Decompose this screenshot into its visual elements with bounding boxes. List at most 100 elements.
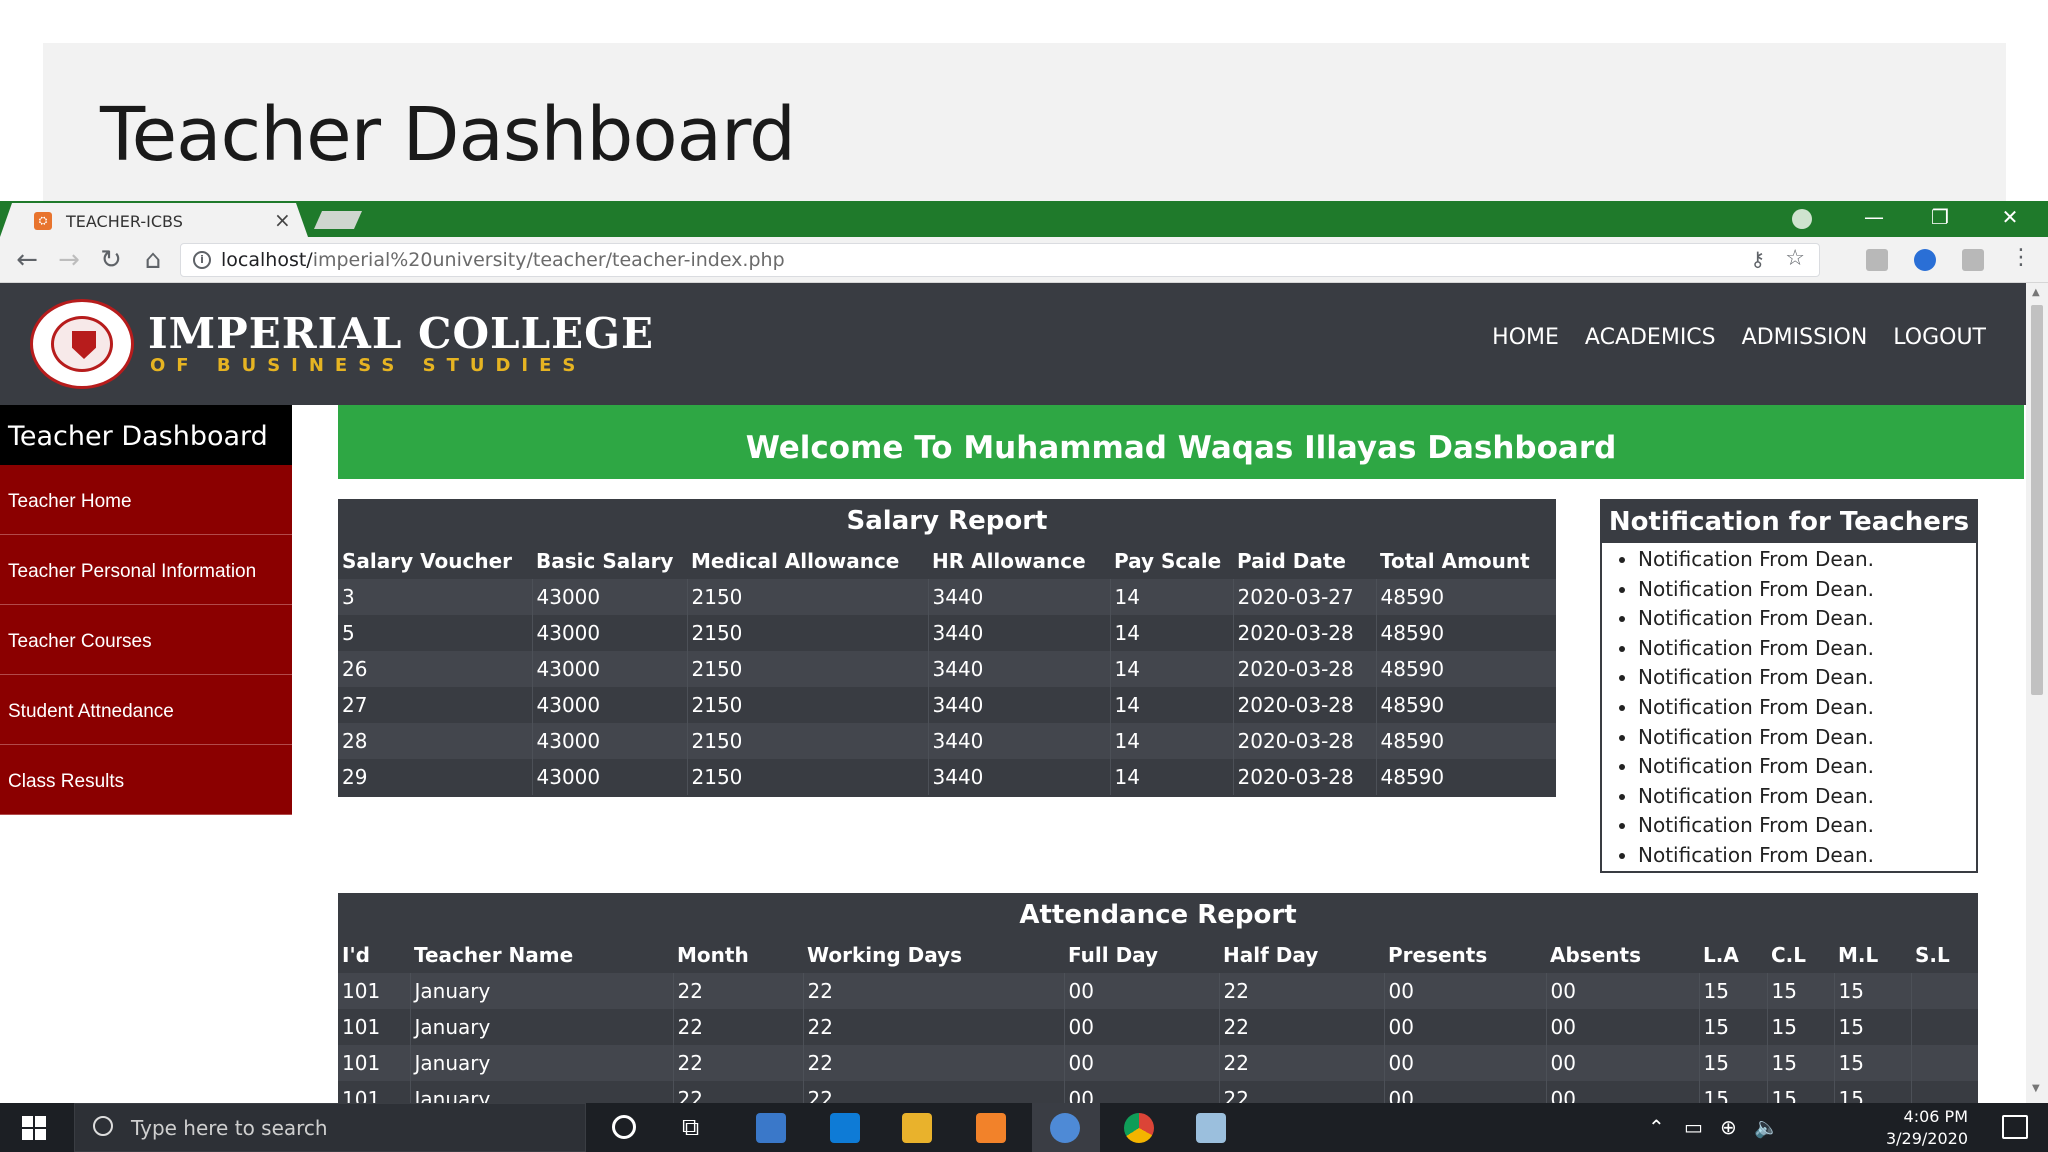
attendance-row: 101 January 22 22 00 22 00 00 15 15 15 bbox=[338, 973, 1978, 1009]
browser-tab[interactable]: ⛭ TEACHER-ICBS × bbox=[0, 203, 308, 237]
salary-cell: 26 bbox=[338, 651, 533, 687]
clock-time[interactable]: 4:06 PM bbox=[1904, 1107, 1968, 1126]
search-placeholder: Type here to search bbox=[131, 1116, 328, 1140]
extension-search-icon[interactable] bbox=[1914, 249, 1936, 271]
attendance-cell: January bbox=[410, 973, 674, 1009]
notification-item[interactable]: Notification From Dean. bbox=[1638, 545, 1976, 575]
salary-row: 29 43000 2150 3440 14 2020-03-28 48590 bbox=[338, 759, 1556, 795]
key-icon[interactable]: ⚷ bbox=[1750, 247, 1765, 271]
notification-item[interactable]: Notification From Dean. bbox=[1638, 811, 1976, 841]
sidebar-item-student-attendance[interactable]: Student Attnedance bbox=[0, 675, 292, 745]
close-window-button[interactable]: ✕ bbox=[1990, 205, 2030, 229]
attendance-cell: 15 bbox=[1767, 1045, 1835, 1081]
clock-date[interactable]: 3/29/2020 bbox=[1886, 1129, 1968, 1148]
address-bar[interactable]: i localhost/imperial%20university/teache… bbox=[180, 243, 1820, 277]
nav-logout[interactable]: LOGOUT bbox=[1893, 325, 1986, 350]
back-arrow-icon[interactable]: ← bbox=[12, 245, 42, 275]
tab-close-icon[interactable]: × bbox=[274, 208, 291, 232]
salary-cell: 48590 bbox=[1380, 729, 1445, 753]
restore-button[interactable]: ❐ bbox=[1920, 205, 1960, 229]
salary-report: Salary Report Salary Voucher Basic Salar… bbox=[338, 499, 1556, 797]
attendance-cell: 15 bbox=[1699, 1045, 1768, 1081]
notification-item[interactable]: Notification From Dean. bbox=[1638, 693, 1976, 723]
sidebar-item-teacher-home[interactable]: Teacher Home bbox=[0, 465, 292, 535]
bookmark-star-icon[interactable]: ☆ bbox=[1785, 246, 1805, 271]
salary-cell: 2150 bbox=[687, 759, 929, 795]
task-view-icon[interactable]: ⧉ bbox=[682, 1113, 699, 1141]
system-tray: ⌃ ▭ ⊕ 🔈 4:06 PM 3/29/2020 bbox=[1648, 1103, 1968, 1152]
attendance-cell: 15 bbox=[1834, 1081, 1912, 1103]
salary-cell: 29 bbox=[338, 759, 533, 795]
salary-cell: 3440 bbox=[928, 579, 1111, 615]
salary-cell: 27 bbox=[338, 687, 533, 723]
salary-col-header: Total Amount bbox=[1380, 549, 1530, 573]
forward-arrow-icon[interactable]: → bbox=[54, 245, 84, 275]
college-logo[interactable] bbox=[30, 299, 134, 389]
notification-item[interactable]: Notification From Dean. bbox=[1638, 723, 1976, 753]
battery-icon[interactable]: ▭ bbox=[1684, 1115, 1703, 1139]
salary-cell: 14 bbox=[1110, 723, 1234, 759]
profile-icon[interactable] bbox=[1792, 209, 1812, 229]
logo-shield-icon bbox=[72, 331, 96, 359]
network-globe-icon[interactable]: ⊕ bbox=[1720, 1115, 1737, 1139]
chrome-icon[interactable] bbox=[1124, 1113, 1154, 1143]
sidebar-item-class-results[interactable]: Class Results bbox=[0, 745, 292, 815]
search-icon bbox=[93, 1116, 113, 1136]
nav-admission[interactable]: ADMISSION bbox=[1742, 325, 1868, 350]
attendance-cell: 00 bbox=[1064, 1045, 1220, 1081]
paint-icon[interactable] bbox=[1196, 1113, 1226, 1143]
extension-icon[interactable] bbox=[1962, 249, 1984, 271]
reload-icon[interactable]: ↻ bbox=[96, 245, 126, 275]
page-scrollbar[interactable]: ▲ ▼ bbox=[2026, 283, 2048, 1103]
scroll-down-icon[interactable]: ▼ bbox=[2032, 1083, 2040, 1094]
attendance-cell bbox=[1911, 1081, 1978, 1103]
attendance-cell: 00 bbox=[1546, 1045, 1700, 1081]
attendance-cell: 101 bbox=[338, 1081, 411, 1103]
notification-item[interactable]: Notification From Dean. bbox=[1638, 575, 1976, 605]
attendance-cell bbox=[1911, 1045, 1978, 1081]
salary-cell: 2020-03-28 bbox=[1233, 723, 1377, 759]
desktop-app-icon[interactable] bbox=[756, 1113, 786, 1143]
salary-cell: 2020-03-27 bbox=[1233, 579, 1377, 615]
notification-item[interactable]: Notification From Dean. bbox=[1638, 663, 1976, 693]
action-center-icon[interactable] bbox=[2002, 1115, 2028, 1139]
attendance-cell: 15 bbox=[1834, 973, 1912, 1009]
salary-cell: 3 bbox=[338, 579, 533, 615]
salary-cell: 48590 bbox=[1380, 693, 1445, 717]
attendance-cell: 00 bbox=[1384, 1081, 1547, 1103]
nav-home[interactable]: HOME bbox=[1492, 325, 1559, 350]
notification-item[interactable]: Notification From Dean. bbox=[1638, 634, 1976, 664]
menu-kebab-icon[interactable]: ⋮ bbox=[2006, 245, 2036, 270]
vscode-icon[interactable] bbox=[830, 1113, 860, 1143]
file-explorer-icon[interactable] bbox=[902, 1113, 932, 1143]
cortana-icon[interactable] bbox=[612, 1115, 636, 1139]
sublime-text-icon[interactable] bbox=[976, 1113, 1006, 1143]
taskbar-search[interactable]: Type here to search bbox=[74, 1103, 586, 1152]
attendance-cell: 15 bbox=[1767, 973, 1835, 1009]
salary-report-title: Salary Report bbox=[846, 506, 1048, 536]
windows-start-icon[interactable] bbox=[22, 1116, 46, 1140]
attendance-col-header: Working Days bbox=[807, 943, 963, 967]
attendance-cell: 00 bbox=[1546, 1009, 1700, 1045]
show-hidden-icons-icon[interactable]: ⌃ bbox=[1648, 1115, 1665, 1139]
notification-item[interactable]: Notification From Dean. bbox=[1638, 841, 1976, 871]
volume-icon[interactable]: 🔈 bbox=[1754, 1115, 1779, 1139]
sidebar-item-teacher-courses[interactable]: Teacher Courses bbox=[0, 605, 292, 675]
attendance-cell: 00 bbox=[1384, 1045, 1547, 1081]
salary-row: 5 43000 2150 3440 14 2020-03-28 48590 bbox=[338, 615, 1556, 651]
new-tab-button[interactable] bbox=[314, 211, 362, 229]
info-icon[interactable]: i bbox=[193, 251, 211, 269]
scroll-up-icon[interactable]: ▲ bbox=[2032, 287, 2040, 298]
attendance-col-header: Month bbox=[677, 943, 749, 967]
extension-icon[interactable] bbox=[1866, 249, 1888, 271]
notification-item[interactable]: Notification From Dean. bbox=[1638, 782, 1976, 812]
sidebar-item-personal-information[interactable]: Teacher Personal Information bbox=[0, 535, 292, 605]
college-name: IMPERIAL COLLEGE bbox=[148, 309, 654, 358]
scroll-thumb[interactable] bbox=[2031, 305, 2043, 695]
notification-item[interactable]: Notification From Dean. bbox=[1638, 604, 1976, 634]
minimize-button[interactable]: — bbox=[1854, 205, 1894, 229]
notification-item[interactable]: Notification From Dean. bbox=[1638, 752, 1976, 782]
home-icon[interactable]: ⌂ bbox=[138, 245, 168, 275]
chrome-active-icon[interactable] bbox=[1050, 1113, 1080, 1143]
nav-academics[interactable]: ACADEMICS bbox=[1585, 325, 1716, 350]
